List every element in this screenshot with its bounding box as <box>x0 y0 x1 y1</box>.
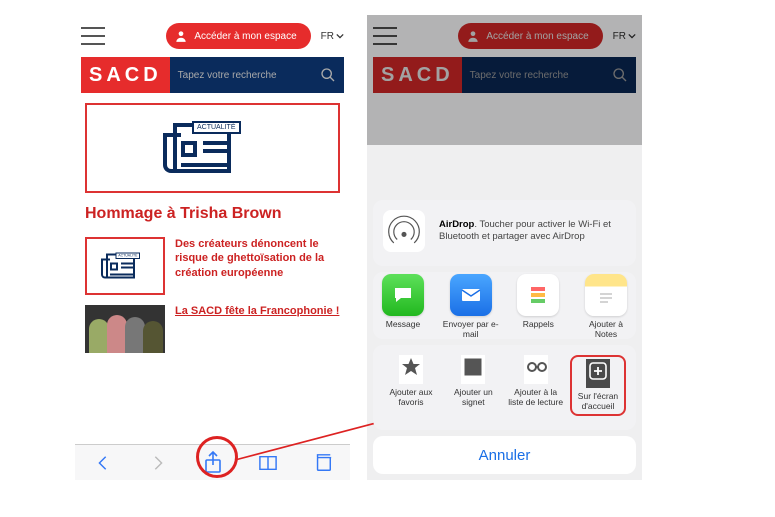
login-button[interactable]: Accéder à mon espace <box>166 23 310 49</box>
back-button[interactable] <box>92 452 114 474</box>
app-message[interactable]: Message <box>375 274 431 340</box>
story-2[interactable]: ACTUALITÉ Des créateurs dénoncent le ris… <box>85 237 340 295</box>
story-3-thumb <box>85 305 165 353</box>
phone-right: Accéder à mon espace FR SACD Tapez votre… <box>367 15 642 480</box>
airdrop-panel[interactable]: AirDrop. Toucher pour activer le Wi-Fi e… <box>373 200 636 266</box>
newspaper-icon: ACTUALITÉ <box>173 123 253 173</box>
actions-panel: Ajouter aux favoris Ajouter un signet Aj… <box>373 345 636 430</box>
app-notes[interactable]: Ajouter à Notes <box>578 274 634 340</box>
apps-panel: Message Envoyer par e-mail Rappels Ajout… <box>373 272 636 340</box>
content-area: ACTUALITÉ Hommage à Trisha Brown ACTUALI… <box>75 93 350 444</box>
phone-left: Accéder à mon espace FR SACD Tapez votre… <box>75 15 350 480</box>
safari-toolbar <box>75 444 350 480</box>
brand-row: SACD Tapez votre recherche <box>75 57 350 93</box>
app-mail[interactable]: Envoyer par e-mail <box>443 274 499 340</box>
share-sheet: AirDrop. Toucher pour activer le Wi-Fi e… <box>373 200 636 474</box>
cancel-button[interactable]: Annuler <box>373 436 636 474</box>
story-2-thumb: ACTUALITÉ <box>85 237 165 295</box>
logo[interactable]: SACD <box>81 57 170 93</box>
search-input[interactable]: Tapez votre recherche <box>170 57 344 93</box>
user-icon <box>174 29 188 43</box>
airdrop-text: AirDrop. Toucher pour activer le Wi-Fi e… <box>439 219 626 244</box>
action-homescreen[interactable]: Sur l'écran d'accueil <box>570 355 626 416</box>
menu-icon[interactable] <box>81 27 105 45</box>
app-reminders[interactable]: Rappels <box>510 274 566 340</box>
story-2-title: Des créateurs dénoncent le risque de ghe… <box>175 237 340 295</box>
headline[interactable]: Hommage à Trisha Brown <box>85 205 340 223</box>
share-button[interactable] <box>202 452 224 474</box>
chevron-down-icon <box>336 32 344 40</box>
airdrop-icon <box>383 210 425 252</box>
tabs-button[interactable] <box>312 452 334 474</box>
story-3[interactable]: La SACD fête la Francophonie ! <box>85 305 340 353</box>
action-favorites[interactable]: Ajouter aux favoris <box>383 355 439 416</box>
dim-overlay <box>367 15 642 145</box>
login-label: Accéder à mon espace <box>194 31 296 42</box>
hero-card[interactable]: ACTUALITÉ <box>85 103 340 193</box>
action-bookmark[interactable]: Ajouter un signet <box>445 355 501 416</box>
language-selector[interactable]: FR <box>321 31 344 42</box>
story-3-title: La SACD fête la Francophonie ! <box>175 305 339 317</box>
forward-button[interactable] <box>147 452 169 474</box>
search-icon <box>320 67 336 83</box>
bookmarks-button[interactable] <box>257 452 279 474</box>
action-readinglist[interactable]: Ajouter à la liste de lecture <box>508 355 564 416</box>
search-placeholder: Tapez votre recherche <box>178 70 277 81</box>
topbar: Accéder à mon espace FR <box>75 15 350 57</box>
